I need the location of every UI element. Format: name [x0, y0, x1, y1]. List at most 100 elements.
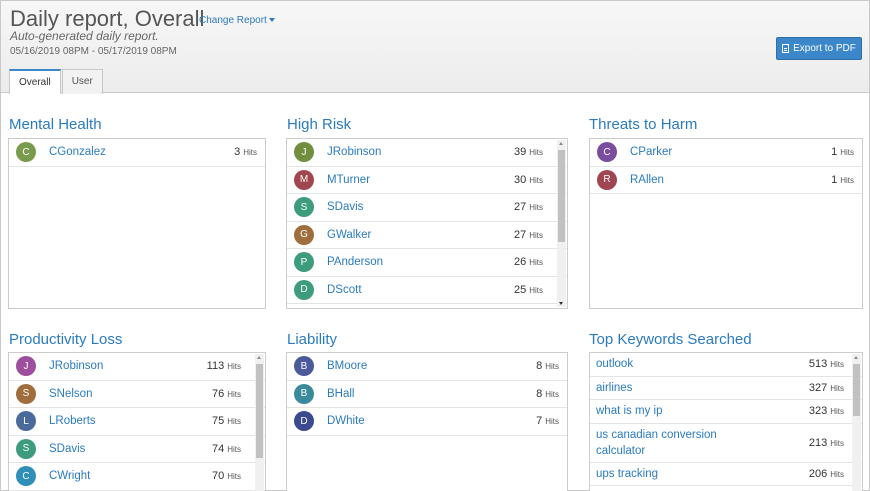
user-name-link[interactable]: BHall — [327, 388, 354, 400]
list-item[interactable]: B BMoore 8 Hits — [287, 353, 567, 381]
scroll-thumb[interactable] — [256, 364, 263, 458]
hit-count: 8 Hits — [536, 360, 559, 372]
list-item[interactable]: D DWhite 7 Hits — [287, 408, 567, 436]
list-item[interactable]: J JRobinson 113 Hits — [9, 353, 265, 381]
user-name-link[interactable]: SNelson — [49, 388, 92, 400]
user-name-link[interactable]: MTurner — [327, 174, 370, 186]
keyword-link[interactable]: ups tracking — [596, 466, 658, 482]
productivity-title: Productivity Loss — [9, 331, 123, 348]
user-name-link[interactable]: BMoore — [327, 360, 367, 372]
keywords-panel: outlook 513 Hits airlines 327 Hits what is my … — [589, 352, 863, 491]
user-name-link[interactable]: GWalker — [327, 229, 371, 241]
hit-count-value: 113 — [206, 360, 225, 373]
tab-overall[interactable]: Overall — [9, 69, 61, 94]
user-name-link[interactable]: JRobinson — [49, 360, 103, 372]
hit-count: 7 Hits — [536, 415, 559, 427]
hits-label: Hits — [227, 362, 241, 372]
hit-count-value: 39 — [513, 146, 527, 159]
hits-label: Hits — [545, 362, 559, 372]
avatar: P — [294, 252, 314, 273]
hit-count: 26 Hits — [514, 256, 543, 268]
list-item[interactable]: R RAllen 1 Hits — [590, 167, 862, 194]
avatar: C — [16, 466, 36, 487]
list-item[interactable]: P PAnderson 26 Hits — [287, 249, 567, 277]
hit-count-value: 206 — [808, 467, 828, 480]
hits-label: Hits — [830, 407, 844, 417]
list-item[interactable]: S SNelson 76 Hits — [9, 381, 265, 408]
avatar: S — [16, 438, 36, 459]
keyword-link[interactable]: outlook — [596, 356, 633, 372]
tab-user[interactable]: User — [61, 69, 103, 94]
threats-panel: C CParker 1 Hits R RAllen 1 Hits — [589, 138, 863, 309]
keyword-link[interactable]: airlines — [596, 380, 632, 396]
hit-count-value: 1 — [831, 173, 838, 186]
list-item[interactable]: C CParker 1 Hits — [590, 139, 862, 167]
hit-count: 27 Hits — [514, 229, 543, 241]
list-item[interactable]: G GWalker 27 Hits — [287, 222, 567, 249]
hit-count-value: 7 — [536, 415, 543, 428]
change-report-dropdown[interactable]: Change Report — [199, 15, 275, 26]
list-item[interactable]: M MTurner 30 Hits — [287, 167, 567, 194]
list-item[interactable]: S SDavis 74 Hits — [9, 436, 265, 463]
hits-label: Hits — [529, 285, 543, 295]
hits-label: Hits — [529, 148, 543, 158]
scroll-down-icon[interactable] — [559, 302, 563, 305]
user-name-link[interactable]: CGonzalez — [49, 146, 106, 158]
scroll-thumb[interactable] — [853, 364, 860, 416]
export-pdf-button[interactable]: Export to PDF — [776, 37, 862, 60]
hits-label: Hits — [227, 389, 241, 399]
user-name-link[interactable]: SDavis — [49, 443, 85, 455]
hit-count: 76 Hits — [212, 388, 241, 400]
keyword-row[interactable]: airlines 327 Hits — [590, 377, 862, 400]
chevron-down-icon — [268, 18, 275, 23]
keywords-scrollbar[interactable] — [852, 354, 861, 491]
hit-count-value: 513 — [808, 358, 828, 371]
scroll-up-icon[interactable] — [257, 356, 261, 359]
user-name-link[interactable]: DScott — [327, 284, 362, 296]
user-name-link[interactable]: CWright — [49, 470, 90, 482]
scroll-up-icon[interactable] — [559, 142, 563, 145]
hit-count-value: 70 — [211, 470, 225, 483]
hit-count-value: 213 — [808, 436, 828, 449]
keyword-link[interactable]: us canadian conversion calculator — [596, 427, 736, 459]
avatar: D — [294, 411, 314, 432]
scroll-thumb[interactable] — [558, 150, 565, 242]
list-item[interactable]: L LRoberts 75 Hits — [9, 408, 265, 436]
hits-label: Hits — [830, 469, 844, 479]
hit-count-value: 27 — [513, 201, 527, 214]
hit-count-value: 75 — [211, 415, 225, 428]
keyword-row[interactable]: us canadian conversion calculator 213 Hits — [590, 424, 862, 463]
hit-count-value: 30 — [513, 173, 527, 186]
keyword-row[interactable]: outlook 513 Hits — [590, 353, 862, 377]
list-item[interactable]: C CWright 70 Hits — [9, 463, 265, 491]
productivity-panel: J JRobinson 113 Hits S SNelson 76 Hits L LRoberts… — [8, 352, 266, 491]
hit-count: 3 Hits — [234, 146, 257, 158]
high-risk-scrollbar[interactable] — [557, 140, 566, 307]
hits-label: Hits — [529, 230, 543, 240]
avatar: R — [597, 169, 617, 190]
scroll-up-icon[interactable] — [854, 356, 858, 359]
threats-title: Threats to Harm — [589, 116, 698, 133]
user-name-link[interactable]: CParker — [630, 146, 672, 158]
keywords-title: Top Keywords Searched — [589, 331, 752, 348]
hit-count: 70 Hits — [212, 470, 241, 482]
hit-count: 513 Hits — [809, 358, 844, 370]
user-name-link[interactable]: LRoberts — [49, 415, 96, 427]
list-item[interactable]: S SDavis 27 Hits — [287, 194, 567, 222]
hit-count-value: 8 — [536, 387, 543, 400]
user-name-link[interactable]: RAllen — [630, 174, 664, 186]
user-name-link[interactable]: SDavis — [327, 201, 363, 213]
keyword-link[interactable]: what is my ip — [596, 403, 662, 419]
keyword-row[interactable]: ups tracking 206 Hits — [590, 463, 862, 486]
list-item[interactable]: D DScott 25 Hits — [287, 277, 567, 304]
export-pdf-label: Export to PDF — [793, 43, 856, 54]
list-item[interactable]: B BHall 8 Hits — [287, 381, 567, 408]
user-name-link[interactable]: DWhite — [327, 415, 365, 427]
keyword-row[interactable]: what is my ip 323 Hits — [590, 400, 862, 424]
user-name-link[interactable]: PAnderson — [327, 256, 383, 268]
list-item[interactable]: J JRobinson 39 Hits — [287, 139, 567, 167]
productivity-scrollbar[interactable] — [255, 354, 264, 491]
list-item[interactable]: C CGonzalez 3 Hits — [9, 139, 265, 167]
hit-count-value: 8 — [536, 360, 543, 373]
user-name-link[interactable]: JRobinson — [327, 146, 381, 158]
